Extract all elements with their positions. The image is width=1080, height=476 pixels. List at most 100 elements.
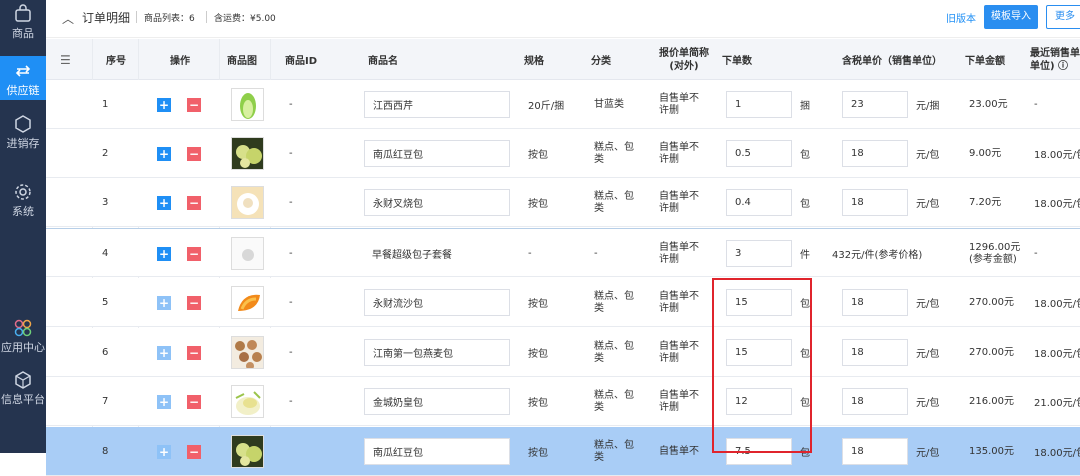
product-thumbnail[interactable]	[231, 336, 264, 369]
remove-row-button[interactable]: −	[187, 146, 201, 161]
old-version-link[interactable]: 旧版本	[946, 10, 976, 25]
order-qty-input[interactable]: 0.4	[726, 189, 792, 216]
row-category: 糕点、包 类	[594, 290, 634, 314]
table-row[interactable]: 1 + − - 江西西芹 20斤/捆 甘蓝类 自售单不 许删 1 捆 23 元/捆 23…	[46, 80, 1080, 129]
sidebar-item-system[interactable]: 系统	[0, 182, 46, 226]
remove-row-button[interactable]: −	[187, 295, 201, 310]
table-row[interactable]: 5 + − - 永财流沙包 按包 糕点、包 类自售单不 许删 15 包 18 元/包…	[46, 278, 1080, 327]
highlight-box	[712, 278, 812, 453]
table-header: ☰ 序号 操作 商品图 商品ID 商品名 规格 分类 报价单简称 (对外) 下单…	[46, 39, 1080, 80]
tax-price-input[interactable]: 18	[842, 140, 908, 167]
remove-row-button[interactable]: −	[187, 97, 201, 112]
qty-unit: 件	[800, 250, 810, 261]
remove-row-button[interactable]: −	[187, 246, 201, 261]
row-product-id: -	[289, 347, 293, 358]
cube-icon	[15, 115, 31, 133]
tax-price-input[interactable]: 23	[842, 91, 908, 118]
product-name-input[interactable]: 江西西芹	[364, 91, 510, 118]
remove-row-button[interactable]: −	[187, 195, 201, 210]
row-seq: 4	[102, 248, 109, 259]
sidebar-item-supply-chain[interactable]: 供应链	[0, 56, 46, 100]
add-row-button[interactable]: +	[157, 146, 171, 161]
row-seq: 1	[102, 99, 109, 110]
order-qty-input[interactable]: 3	[726, 240, 792, 267]
sidebar-item-info-platform[interactable]: 信息平台	[0, 370, 46, 414]
table-row[interactable]: 6 + − - 江南第一包燕麦包 按包 糕点、包 类自售单不 许删 15 包 18 …	[46, 328, 1080, 377]
row-tax-price: 18 元/包	[842, 328, 939, 377]
row-quote: 自售单不	[659, 445, 699, 457]
row-image	[231, 278, 264, 327]
product-name-input[interactable]: 南瓜红豆包	[364, 140, 510, 167]
column-settings-icon[interactable]: ☰	[60, 39, 78, 80]
add-row-button[interactable]: +	[157, 444, 171, 459]
add-row-button[interactable]: +	[157, 195, 171, 210]
price-unit: 元/捆	[916, 101, 940, 112]
tax-price-input[interactable]: 18	[842, 438, 908, 465]
row-quote: 自售单不 许删	[659, 389, 699, 413]
remove-row-button[interactable]: −	[187, 345, 201, 360]
more-button[interactable]: 更多	[1046, 5, 1080, 29]
template-import-button[interactable]: 模板导入	[984, 5, 1038, 29]
order-qty-input[interactable]: 1	[726, 91, 792, 118]
remove-row-button[interactable]: −	[187, 444, 201, 459]
row-quote: 自售单不 许删	[659, 241, 699, 265]
row-spec: 20斤/捆	[528, 101, 565, 112]
gear-icon	[15, 184, 31, 200]
add-row-button[interactable]: +	[157, 295, 171, 310]
row-category: -	[594, 247, 598, 259]
sidebar: 商品 供应链 进销存 系统 应用中心 信息平台	[0, 0, 46, 453]
product-name-input[interactable]: 永财叉烧包	[364, 189, 510, 216]
sidebar-item-inventory[interactable]: 进销存	[0, 114, 46, 158]
tax-price-input[interactable]: 18	[842, 339, 908, 366]
row-spec: 按包	[528, 150, 548, 161]
tax-price-input[interactable]: 18	[842, 189, 908, 216]
row-image	[231, 229, 264, 278]
chevron-up-icon[interactable]: ︿	[62, 10, 74, 27]
table-row[interactable]: 8 + − 南瓜红豆包 按包 糕点、包 类自售单不 7.5 包 18 元/包 135.…	[46, 427, 1080, 476]
product-thumbnail[interactable]	[231, 286, 264, 319]
product-thumbnail[interactable]	[231, 435, 264, 468]
row-recent-price: 18.00元/包	[1034, 199, 1080, 210]
remove-row-button[interactable]: −	[187, 394, 201, 409]
add-row-button[interactable]: +	[157, 345, 171, 360]
page-title: 订单明细	[82, 11, 131, 25]
tax-price-input[interactable]: 18	[842, 289, 908, 316]
row-seq: 3	[102, 197, 109, 208]
row-quote: 自售单不 许删	[659, 290, 699, 314]
product-thumbnail[interactable]	[231, 385, 264, 418]
add-row-button[interactable]: +	[157, 97, 171, 112]
row-name-cell: 南瓜红豆包	[364, 427, 510, 476]
column-ops: 操作	[170, 56, 190, 67]
row-product-name: 早餐超级包子套餐	[372, 250, 452, 261]
row-product-id: -	[289, 148, 293, 159]
sidebar-item-goods[interactable]: 商品	[0, 4, 46, 40]
table-row[interactable]: 7 + − - 金城奶皇包 按包 糕点、包 类自售单不 许删 12 包 18 元/包…	[46, 377, 1080, 426]
order-qty-input[interactable]: 0.5	[726, 140, 792, 167]
tax-price-input[interactable]: 18	[842, 388, 908, 415]
qty-unit: 包	[800, 150, 810, 161]
row-ops: + −	[157, 328, 201, 377]
product-name-input[interactable]: 金城奶皇包	[364, 388, 510, 415]
sidebar-item-label: 系统	[12, 205, 34, 218]
table-row[interactable]: 3 + − - 永财叉烧包 按包 糕点、包 类 自售单不 许删 0.4 包 18 元/…	[46, 178, 1080, 227]
qty-unit: 捆	[800, 101, 810, 112]
add-row-button[interactable]: +	[157, 394, 171, 409]
divider	[206, 11, 207, 23]
price-unit: 元/包	[916, 150, 940, 161]
column-category: 分类	[591, 56, 611, 67]
table-row[interactable]: 2 + − - 南瓜红豆包 按包 糕点、包 类 自售单不 许删 0.5 包 18 元/…	[46, 129, 1080, 178]
row-amount: 270.00元	[969, 346, 1014, 358]
product-thumbnail[interactable]	[231, 186, 264, 219]
product-name-input[interactable]: 永财流沙包	[364, 289, 510, 316]
sidebar-item-app-center[interactable]: 应用中心	[0, 318, 46, 362]
product-name-input[interactable]: 南瓜红豆包	[364, 438, 510, 465]
row-recent-price: 18.00元/包	[1034, 448, 1080, 459]
product-thumbnail[interactable]	[231, 237, 264, 270]
product-thumbnail[interactable]	[231, 137, 264, 170]
add-row-button[interactable]: +	[157, 246, 171, 261]
table-row[interactable]: 4 + − - 早餐超级包子套餐 - - 自售单不 许删 3 件 432元/件(参考价格)…	[46, 228, 1080, 277]
row-recent-price: -	[1034, 248, 1038, 259]
product-name-input[interactable]: 江南第一包燕麦包	[364, 339, 510, 366]
product-thumbnail[interactable]	[231, 88, 264, 121]
sidebar-item-label: 应用中心	[1, 341, 45, 354]
